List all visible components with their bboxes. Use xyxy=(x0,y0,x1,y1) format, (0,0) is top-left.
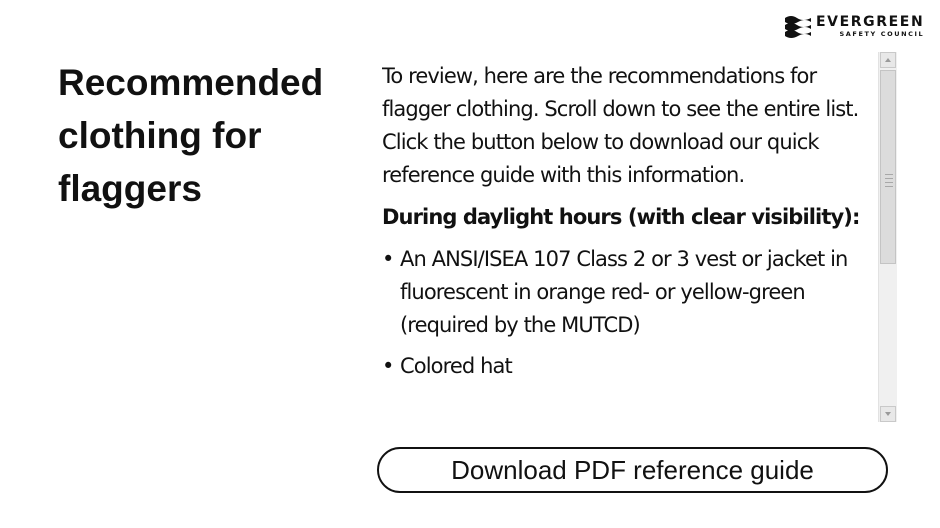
intro-text: To review, here are the recommendations … xyxy=(382,64,859,187)
evergreen-logo: EVERGREEN SAFETY COUNCIL xyxy=(784,14,924,38)
daylight-list: • An ANSI/ISEA 107 Class 2 or 3 vest or … xyxy=(382,243,872,383)
download-pdf-button[interactable]: Download PDF reference guide xyxy=(377,447,888,493)
logo-subtitle: SAFETY COUNCIL xyxy=(839,29,925,38)
grip-line xyxy=(885,182,893,183)
list-item: • An ANSI/ISEA 107 Class 2 or 3 vest or … xyxy=(382,243,872,342)
vertical-scrollbar[interactable] xyxy=(878,52,897,422)
recommendations-scroll-panel[interactable]: To review, here are the recommendations … xyxy=(382,52,897,422)
scroll-content: To review, here are the recommendations … xyxy=(382,60,872,391)
scroll-down-arrow-icon[interactable] xyxy=(880,406,896,422)
slide: EVERGREEN SAFETY COUNCIL Recommended clo… xyxy=(0,0,940,528)
list-item-text: Colored hat xyxy=(400,354,513,378)
grip-line xyxy=(885,174,893,175)
scrollbar-thumb[interactable] xyxy=(880,70,896,264)
page-title: Recommended clothing for flaggers xyxy=(58,62,324,209)
grip-line xyxy=(885,178,893,179)
daylight-subheading: During daylight hours (with clear visibi… xyxy=(382,205,860,229)
wave-logo-icon xyxy=(785,16,811,38)
logo-name: EVERGREEN xyxy=(816,13,925,30)
bullet-icon: • xyxy=(382,354,394,378)
scroll-up-arrow-icon[interactable] xyxy=(880,52,896,68)
list-item: • Colored hat xyxy=(382,350,872,383)
logo-text: EVERGREEN SAFETY COUNCIL xyxy=(816,15,924,38)
grip-line xyxy=(885,186,893,187)
bullet-icon: • xyxy=(382,247,394,271)
list-item-text: An ANSI/ISEA 107 Class 2 or 3 vest or ja… xyxy=(400,247,848,337)
